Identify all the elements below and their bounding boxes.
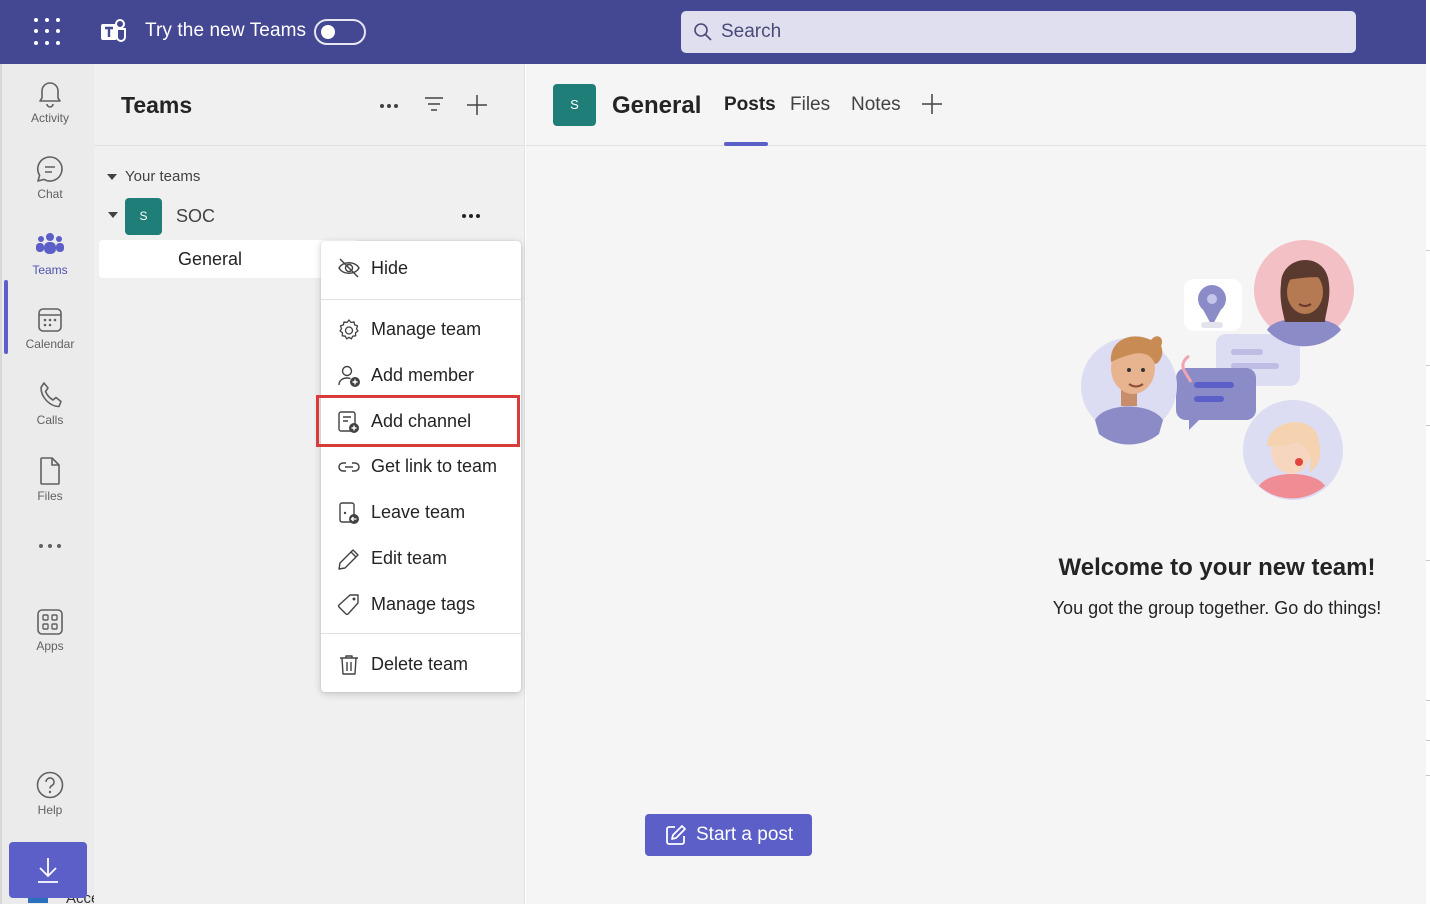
add-channel-highlight — [316, 395, 520, 447]
menu-label-add-member: Add member — [371, 365, 475, 385]
rail-item-calendar[interactable]: Calendar — [4, 306, 96, 378]
menu-label-get-link: Get link to team — [371, 456, 498, 476]
rail-item-apps[interactable]: Apps — [4, 608, 96, 680]
search-icon — [694, 23, 712, 41]
menu-item-get-link[interactable]: Get link to team — [321, 444, 521, 488]
teams-logo-icon — [101, 19, 126, 42]
team-context-menu: Hide Manage team Add member Add channel — [321, 241, 521, 692]
add-tab-icon[interactable] — [921, 93, 943, 115]
download-icon — [38, 858, 58, 883]
pencil-icon — [338, 549, 359, 570]
right-edge-strip — [1426, 0, 1430, 904]
file-icon — [40, 457, 60, 485]
rail-label-files: Files — [37, 489, 63, 503]
title-bar: Try the new Teams Search — [0, 0, 1426, 64]
chat-icon — [36, 156, 63, 182]
menu-item-edit-team[interactable]: Edit team — [321, 536, 521, 580]
rail-label-calendar: Calendar — [25, 337, 75, 351]
rail-label-help: Help — [37, 803, 63, 817]
try-new-teams-label: Try the new Teams — [145, 20, 307, 41]
rail-item-help[interactable]: Help — [4, 770, 96, 842]
menu-label-manage-team: Manage team — [371, 319, 482, 339]
start-post-button[interactable]: Start a post — [645, 814, 812, 856]
filter-icon[interactable] — [424, 96, 444, 112]
rail-label-chat: Chat — [37, 187, 63, 201]
menu-item-delete-team[interactable]: Delete team — [321, 642, 521, 686]
rail-label-activity: Activity — [30, 111, 69, 125]
search-placeholder: Search — [721, 21, 782, 42]
rail-item-chat[interactable]: Chat — [4, 154, 96, 226]
menu-divider — [321, 633, 521, 634]
new-teams-toggle[interactable] — [314, 19, 366, 45]
channel-item-general[interactable]: General — [99, 240, 359, 278]
rail-item-activity[interactable]: Activity — [4, 78, 96, 150]
eye-off-icon — [338, 258, 360, 278]
teams-panel-header: Teams — [94, 64, 525, 146]
rail-item-calls[interactable]: Calls — [4, 380, 96, 452]
leave-icon — [339, 502, 359, 524]
add-person-icon — [338, 365, 360, 387]
menu-item-add-member[interactable]: Add member — [321, 353, 521, 397]
download-button[interactable] — [9, 842, 87, 898]
rail-item-teams[interactable]: Teams — [4, 230, 96, 302]
menu-label-leave-team: Leave team — [371, 502, 466, 522]
tab-posts[interactable]: Posts — [724, 94, 776, 116]
menu-label-manage-tags: Manage tags — [371, 594, 476, 614]
team-avatar: S — [125, 198, 162, 235]
menu-item-leave-team[interactable]: Leave team — [321, 490, 521, 534]
menu-label-delete-team: Delete team — [371, 654, 469, 674]
more-options-icon[interactable] — [380, 104, 398, 108]
link-icon — [338, 462, 360, 472]
tab-files[interactable]: Files — [790, 94, 830, 116]
rail-label-apps: Apps — [36, 639, 64, 653]
your-teams-section[interactable]: Your teams — [107, 168, 200, 185]
gear-icon — [339, 319, 359, 340]
menu-label-edit-team: Edit team — [371, 548, 448, 568]
welcome-illustration — [1081, 240, 1354, 500]
app-rail: Activity Chat Teams Calendar Calls Files… — [0, 64, 94, 904]
start-post-label: Start a post — [696, 824, 794, 845]
search-input[interactable]: Search — [681, 11, 1356, 53]
menu-item-hide[interactable]: Hide — [321, 246, 521, 290]
channel-name: General — [178, 249, 243, 269]
rail-label-calls: Calls — [36, 413, 64, 427]
app-launcher-icon[interactable] — [32, 16, 64, 48]
active-tab-indicator — [724, 142, 768, 146]
welcome-subtitle: You got the group together. Go do things… — [1052, 598, 1382, 618]
rail-item-files[interactable]: Files — [4, 456, 96, 528]
team-name: SOC — [176, 206, 216, 226]
welcome-title: Welcome to your new team! — [1058, 554, 1376, 581]
menu-item-manage-team[interactable]: Manage team — [321, 307, 521, 351]
help-icon — [36, 771, 64, 799]
calendar-icon — [38, 308, 62, 332]
panel-title: Teams — [121, 92, 193, 118]
caret-down-icon — [107, 173, 117, 180]
compose-icon — [666, 825, 686, 845]
phone-icon — [40, 382, 62, 408]
caret-down-icon — [108, 212, 118, 218]
trash-icon — [340, 655, 358, 675]
apps-icon — [37, 609, 63, 635]
tag-icon — [337, 594, 359, 616]
channel-main: S General Posts Files Notes Welcome to y… — [526, 64, 1426, 904]
team-item-soc[interactable]: S SOC — [107, 198, 517, 235]
menu-label-hide: Hide — [371, 258, 409, 278]
menu-item-manage-tags[interactable]: Manage tags — [321, 582, 521, 626]
bell-icon — [39, 82, 61, 108]
channel-avatar: S — [553, 84, 596, 126]
rail-item-more[interactable] — [4, 540, 96, 612]
your-teams-label: Your teams — [125, 168, 201, 185]
channel-header: S General Posts Files Notes — [526, 64, 1426, 146]
rail-label-teams: Teams — [32, 263, 68, 277]
add-icon[interactable] — [466, 94, 488, 116]
menu-divider — [321, 299, 521, 300]
teams-icon — [36, 233, 64, 254]
team-more-options-icon[interactable] — [462, 214, 480, 218]
channel-title: General — [612, 92, 702, 119]
more-icon — [39, 544, 61, 548]
tab-notes[interactable]: Notes — [851, 94, 901, 116]
